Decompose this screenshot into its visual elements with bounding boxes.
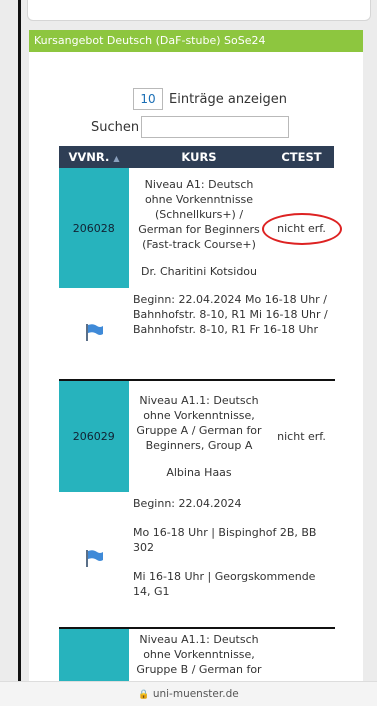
course-details: Beginn: 22.04.2024 Mo 16-18 Uhr | Bispin… [129,492,334,629]
flag-cell [59,288,129,381]
schedule-text: Beginn: 22.04.2024 Mo 16-18 Uhr / Bahnho… [133,293,328,336]
teacher-name: Dr. Charitini Kotsidou [140,265,258,278]
panel-title: Kursangebot Deutsch (DaF-stube) SoSe24 [29,30,363,52]
column-kurs[interactable]: KURS [129,146,269,168]
course-title: Niveau A1.1: Deutsch ohne Vorkenntnisse,… [136,633,262,676]
vvnr-cell: 206029 [59,380,130,492]
entries-length-control: 10 Einträge anzeigen [133,88,287,110]
course-title: Niveau A1: Deutsch ohne Vorkenntnisse (S… [138,178,260,251]
entries-select[interactable]: 10 [133,88,163,110]
flag-icon[interactable] [83,548,105,568]
browser-viewport: Kursangebot Deutsch (DaF-stube) SoSe24 1… [0,0,377,706]
kurs-cell: Niveau A1: Deutsch ohne Vorkenntnisse (S… [129,168,270,288]
previous-card [27,0,371,21]
search-label: Suchen [91,119,140,135]
schedule-start: Beginn: 22.04.2024 [133,497,242,510]
entries-label: Einträge anzeigen [169,91,287,107]
column-ctest[interactable]: CTEST [269,146,334,168]
browser-url-bar[interactable]: 🔒 uni-muenster.de [0,681,377,706]
sort-asc-icon: ▲ [113,154,120,163]
schedule-wednesday: Mi 16-18 Uhr | Georgskommende 14, G1 [133,570,316,598]
course-title: Niveau A1.1: Deutsch ohne Vorkenntnisse,… [136,394,262,452]
vvnr-cell: 206028 [59,168,130,288]
teacher-name: Albina Haas [166,466,232,479]
url-domain: uni-muenster.de [152,688,239,700]
annotation-circle [262,213,342,245]
flag-cell [59,492,129,629]
search-row: Suchen [91,116,290,138]
course-details: Beginn: 22.04.2024 Mo 16-18 Uhr / Bahnho… [129,288,334,381]
schedule-monday: Mo 16-18 Uhr | Bispinghof 2B, BB 302 [133,526,317,554]
table-row-details: Beginn: 22.04.2024 Mo 16-18 Uhr / Bahnho… [59,288,334,381]
flag-icon[interactable] [83,322,105,342]
lock-icon: 🔒 [138,690,150,700]
search-input[interactable] [141,116,290,138]
kurs-cell: Niveau A1.1: Deutsch ohne Vorkenntnisse,… [129,380,270,492]
table-header-row: VVNR. ▲ KURS CTEST [59,146,334,168]
column-vvnr[interactable]: VVNR. ▲ [59,146,129,168]
table-row-details: Beginn: 22.04.2024 Mo 16-18 Uhr | Bispin… [59,492,334,629]
page-left-border [18,0,21,706]
course-panel: Kursangebot Deutsch (DaF-stube) SoSe24 1… [29,30,363,706]
ctest-cell: nicht erf. [269,380,335,492]
table-row[interactable]: 206029 Niveau A1.1: Deutsch ohne Vorkenn… [59,380,335,492]
